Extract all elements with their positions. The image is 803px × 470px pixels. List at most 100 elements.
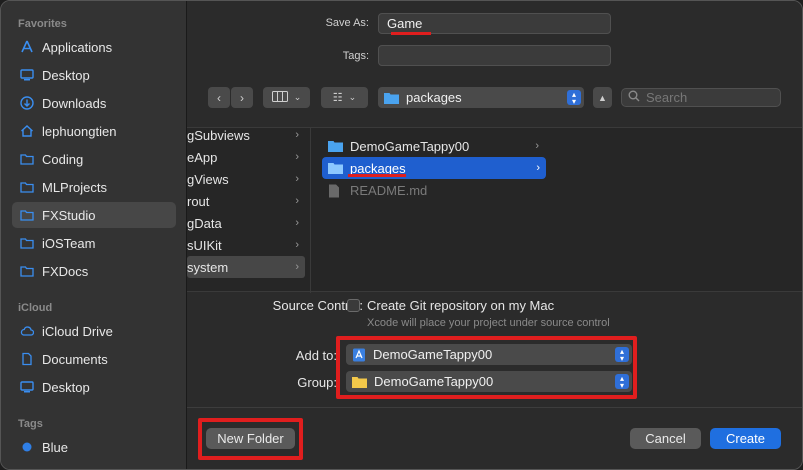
sidebar-item-label: Applications — [42, 39, 113, 55]
annotation-box-target — [336, 336, 637, 399]
sidebar: Favorites Applications Desktop Downloads… — [1, 1, 187, 469]
browser-column-1: gSubviews › eApp › gViews › rout › gData › sU… — [187, 128, 311, 293]
chevron-down-icon: ⌄ — [293, 92, 302, 102]
file-browser: gSubviews › eApp › gViews › rout › gData › sU… — [187, 127, 802, 293]
folder-icon — [328, 162, 343, 174]
folder-icon — [20, 180, 34, 194]
document-icon — [328, 184, 343, 198]
chevron-right-icon: › — [295, 261, 299, 273]
sidebar-item-fxdocs[interactable]: FXDocs — [12, 258, 176, 284]
item-label: system — [187, 259, 229, 275]
list-item-folder[interactable]: DemoGameTappy00 › — [328, 135, 545, 157]
desktop-icon — [20, 68, 34, 82]
chevron-right-icon: › — [535, 140, 539, 152]
sidebar-item-applications[interactable]: Applications — [12, 34, 176, 60]
home-icon — [20, 124, 34, 138]
chevron-right-icon: › — [295, 173, 299, 185]
source-control-label: Source Control: — [272, 298, 363, 313]
back-button[interactable]: ‹ — [208, 87, 230, 108]
sidebar-item-coding[interactable]: Coding — [12, 146, 176, 172]
sidebar-item-label: Desktop — [42, 67, 90, 83]
chevron-down-icon: ⌄ — [348, 92, 357, 102]
item-label: gSubviews — [187, 127, 250, 143]
sidebar-item-label: iCloud Drive — [42, 323, 113, 339]
sidebar-item-label: iOSTeam — [42, 235, 96, 251]
main-panel: Save As: Game Tags: ‹ › ⌄ ☷ ⌄ packages ▴… — [187, 1, 802, 469]
chevron-right-icon: › — [536, 162, 540, 174]
list-item[interactable]: eApp › — [187, 146, 305, 168]
sidebar-item-icloud-desktop[interactable]: Desktop — [12, 374, 176, 400]
chevron-right-icon: › — [295, 239, 299, 251]
list-item[interactable]: gData › — [187, 212, 305, 234]
search-field[interactable]: Search — [621, 88, 781, 107]
item-label: sUIKit — [187, 237, 222, 253]
list-item[interactable]: gSubviews › — [187, 124, 305, 146]
git-checkbox-label: Create Git repository on my Mac — [367, 298, 555, 313]
search-placeholder: Search — [646, 90, 688, 105]
search-icon — [628, 90, 640, 105]
tags-field[interactable] — [378, 45, 611, 66]
chevron-right-icon: › — [295, 217, 299, 229]
sidebar-item-label: Downloads — [42, 95, 107, 111]
list-item-file[interactable]: README.md — [328, 179, 545, 201]
updown-chevron-icon: ▴ ▾ — [567, 90, 581, 105]
item-label: eApp — [187, 149, 218, 165]
sidebar-heading-favorites: Favorites — [18, 18, 67, 30]
list-item-selected[interactable]: system › — [187, 256, 305, 278]
expand-collapse-button[interactable]: ▲ — [593, 87, 612, 108]
item-label: gViews — [187, 171, 229, 187]
sidebar-item-icloud-drive[interactable]: iCloud Drive — [12, 318, 176, 344]
folder-icon — [20, 208, 34, 222]
folder-icon — [20, 236, 34, 250]
item-label: DemoGameTappy00 — [350, 138, 470, 154]
folder-icon — [384, 92, 399, 104]
blue-tag-dot-icon — [20, 440, 34, 454]
sidebar-heading-tags: Tags — [18, 418, 43, 430]
item-label: README.md — [350, 182, 428, 198]
list-item[interactable]: sUIKit › — [187, 234, 305, 256]
column-view-button[interactable]: ⌄ — [263, 87, 310, 108]
group-label: Group: — [297, 375, 337, 390]
forward-button[interactable]: › — [231, 87, 253, 108]
annotation-box-new-folder — [198, 418, 303, 460]
sidebar-item-desktop[interactable]: Desktop — [12, 62, 176, 88]
sidebar-item-fxstudio[interactable]: FXStudio — [12, 202, 176, 228]
save-as-field[interactable]: Game — [378, 13, 611, 34]
list-item[interactable]: gViews › — [187, 168, 305, 190]
sidebar-item-documents[interactable]: Documents — [12, 346, 176, 372]
sidebar-item-home[interactable]: lephuongtien — [12, 118, 176, 144]
sidebar-item-tag-blue[interactable]: Blue — [12, 434, 176, 460]
chevron-left-icon: ‹ — [217, 90, 221, 105]
create-button[interactable]: Create — [710, 428, 781, 449]
chevron-right-icon: › — [295, 195, 299, 207]
annotation-underline-packages — [348, 174, 406, 177]
sidebar-item-label: Desktop — [42, 379, 90, 395]
cancel-button[interactable]: Cancel — [630, 428, 701, 449]
folder-icon — [328, 140, 343, 152]
document-icon — [20, 352, 34, 366]
chevron-right-icon: › — [240, 90, 244, 105]
sidebar-item-label: MLProjects — [42, 179, 108, 195]
sidebar-item-label: Documents — [42, 351, 108, 367]
cloud-icon — [20, 324, 34, 338]
sidebar-heading-icloud: iCloud — [18, 302, 53, 314]
desktop-icon — [20, 380, 34, 394]
sidebar-item-label: FXDocs — [42, 263, 89, 279]
annotation-underline-save-as — [391, 32, 431, 35]
location-popup[interactable]: packages ▴ ▾ — [378, 87, 584, 108]
sidebar-item-iosteam[interactable]: iOSTeam — [12, 230, 176, 256]
sidebar-item-downloads[interactable]: Downloads — [12, 90, 176, 116]
chevron-right-icon: › — [295, 129, 299, 141]
list-item[interactable]: rout › — [187, 190, 305, 212]
sidebar-item-label: lephuongtien — [42, 123, 117, 139]
item-label: rout — [187, 193, 210, 209]
sidebar-item-mlprojects[interactable]: MLProjects — [12, 174, 176, 200]
chevron-right-icon: › — [295, 151, 299, 163]
save-as-label: Save As: — [325, 17, 369, 29]
folder-icon — [20, 264, 34, 278]
git-repo-checkbox[interactable] — [347, 299, 360, 312]
grid-icon: ☷ — [332, 92, 343, 104]
chevron-up-icon: ▲ — [598, 92, 607, 103]
folder-icon — [20, 152, 34, 166]
group-view-button[interactable]: ☷ ⌄ — [321, 87, 368, 108]
